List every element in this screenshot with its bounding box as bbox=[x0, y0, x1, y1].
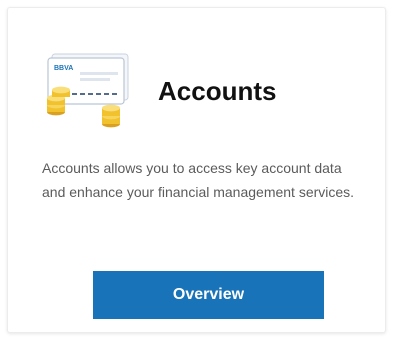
card-description: Accounts allows you to access key accoun… bbox=[42, 160, 355, 200]
accounts-card: BBVA Accounts Accounts allows you to acc… bbox=[7, 7, 386, 333]
coin-stack-right bbox=[102, 104, 120, 128]
bank-card-coins-icon: BBVA bbox=[36, 50, 132, 130]
bbva-logo-text: BBVA bbox=[54, 65, 73, 72]
card-title: Accounts bbox=[158, 76, 277, 106]
overview-button[interactable]: Overview bbox=[93, 271, 324, 319]
